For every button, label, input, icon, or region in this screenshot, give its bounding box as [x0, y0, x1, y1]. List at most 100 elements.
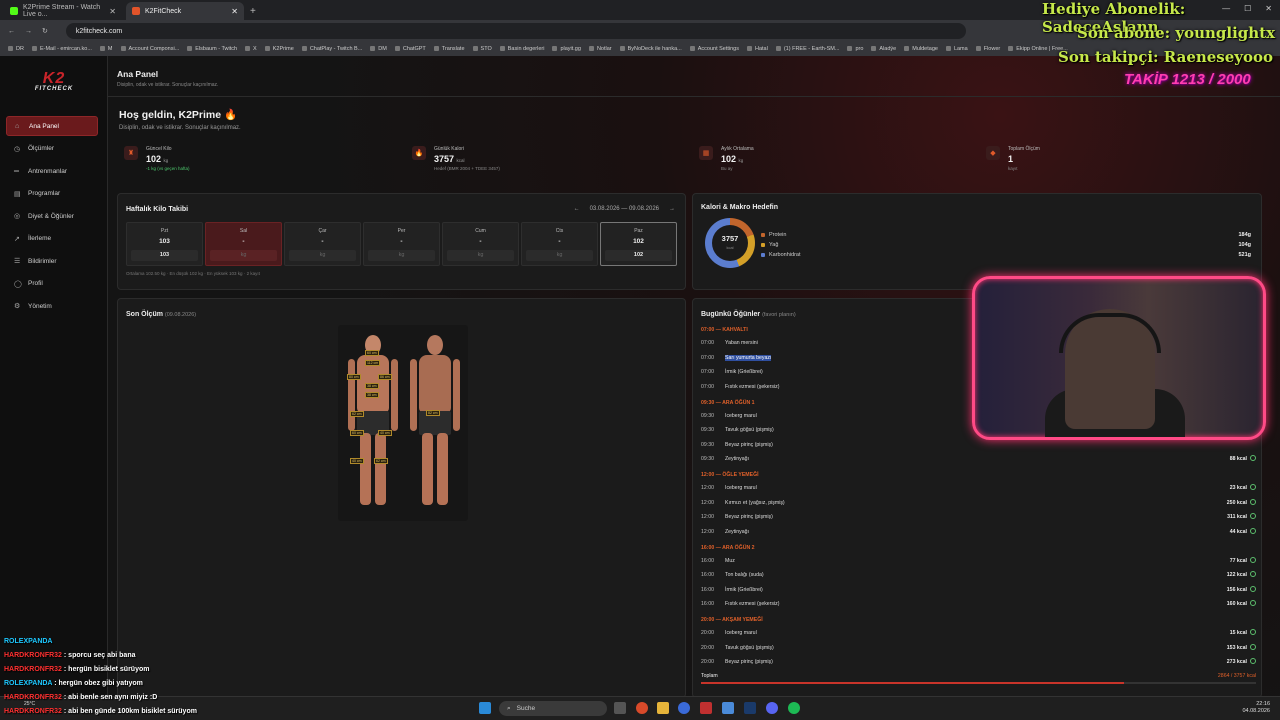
- check-circle-icon[interactable]: [1250, 498, 1256, 505]
- explorer-icon[interactable]: [657, 702, 669, 714]
- day-cell[interactable]: Per - kg: [363, 222, 440, 266]
- day-weight-input[interactable]: kg: [526, 250, 593, 261]
- reload-icon[interactable]: ↻: [42, 27, 48, 35]
- check-circle-icon[interactable]: [1250, 643, 1256, 650]
- taskbar-search[interactable]: ⌕ Suche: [499, 701, 607, 716]
- day-cell[interactable]: Cts - kg: [521, 222, 598, 266]
- check-circle-icon[interactable]: [1250, 513, 1256, 519]
- bookmark-item[interactable]: STO: [473, 46, 492, 52]
- meal-item[interactable]: 20:00 Iceberg marul 15 kcal: [701, 629, 1256, 636]
- k2-logo[interactable]: K2 FITCHECK: [20, 70, 88, 102]
- day-weight-input[interactable]: kg: [210, 250, 277, 261]
- meal-item[interactable]: 12:00 Zeytinyağı 44 kcal: [701, 527, 1256, 535]
- bookmark-item[interactable]: E-Mail - emircan.ko...: [32, 46, 92, 52]
- tab-k2fitcheck[interactable]: K2FitCheck ✕: [126, 2, 244, 20]
- meal-item[interactable]: 12:00 Beyaz pirinç (pişmiş) 311 kcal: [701, 513, 1256, 520]
- bookmark-item[interactable]: Translate: [434, 46, 465, 52]
- sidebar-item-8[interactable]: ⚙ Yönetim: [6, 296, 98, 316]
- check-circle-icon[interactable]: [1250, 658, 1256, 664]
- bookmark-item[interactable]: Elsbaum - Twitch: [187, 46, 237, 52]
- check-circle-icon[interactable]: [1250, 455, 1256, 461]
- forward-icon[interactable]: →: [25, 28, 32, 35]
- bookmark-item[interactable]: playit.gg: [552, 46, 581, 52]
- meal-item[interactable]: 09:30 Zeytinyağı 88 kcal: [701, 455, 1256, 462]
- day-cell[interactable]: Çar - kg: [284, 222, 361, 266]
- chat-username[interactable]: ROLEXPANDA: [4, 638, 52, 645]
- bookmark-item[interactable]: Muldetage: [904, 46, 938, 52]
- chat-username[interactable]: HARDKRONFR32: [4, 694, 62, 701]
- bookmark-item[interactable]: Account Componsi...: [121, 46, 180, 52]
- day-cell[interactable]: Pzt 103 103: [126, 222, 203, 266]
- check-circle-icon[interactable]: [1250, 556, 1256, 563]
- day-cell[interactable]: Paz 102 102: [600, 222, 677, 266]
- meal-item[interactable]: 16:00 Fıstık ezmesi (şekersiz) 160 kcal: [701, 600, 1256, 607]
- meal-item[interactable]: 20:00 Beyaz pirinç (pişmiş) 273 kcal: [701, 658, 1256, 665]
- bookmark-item[interactable]: DM: [370, 46, 387, 52]
- bookmark-item[interactable]: ChatGPT: [395, 46, 426, 52]
- meal-item[interactable]: 16:00 Muz 77 kcal: [701, 556, 1256, 564]
- spotify-icon[interactable]: [788, 702, 800, 714]
- chat-username[interactable]: HARDKRONFR32: [4, 652, 62, 659]
- app-icon[interactable]: [722, 702, 734, 714]
- check-circle-icon[interactable]: [1250, 585, 1256, 592]
- sidebar-item-5[interactable]: ↗ İlerleme: [6, 229, 98, 249]
- bookmark-item[interactable]: M: [100, 46, 113, 52]
- chrome-icon[interactable]: [636, 702, 648, 714]
- steam-icon[interactable]: [744, 702, 756, 714]
- meal-item[interactable]: 12:00 Kırmızı et (yağsız, pişmiş) 250 kcal: [701, 498, 1256, 506]
- bookmark-item[interactable]: DR: [8, 46, 24, 52]
- check-circle-icon[interactable]: [1250, 484, 1256, 490]
- bookmark-item[interactable]: Account Settings: [690, 46, 739, 52]
- day-cell[interactable]: Cum - kg: [442, 222, 519, 266]
- day-weight-input[interactable]: kg: [368, 250, 435, 261]
- task-view-icon[interactable]: [614, 702, 626, 714]
- check-circle-icon[interactable]: [1250, 600, 1256, 606]
- taskbar-clock[interactable]: 22:16 04.08.2026: [1242, 701, 1270, 715]
- bookmark-item[interactable]: Basin degerleri: [500, 46, 545, 52]
- check-circle-icon[interactable]: [1250, 629, 1256, 635]
- sidebar-item-4[interactable]: ◎ Diyet & Öğünler: [6, 206, 98, 226]
- discord-icon[interactable]: [766, 702, 778, 714]
- meal-item[interactable]: 09:30 Beyaz pirinç (pişmiş): [701, 442, 1256, 448]
- sidebar-item-0[interactable]: ⌂ Ana Panel: [6, 116, 98, 136]
- app-icon[interactable]: [700, 702, 712, 714]
- url-field[interactable]: k2fitcheck.com: [65, 23, 966, 39]
- day-weight-input[interactable]: 103: [131, 250, 198, 261]
- meal-item[interactable]: 20:00 Tavuk göğsü (pişmiş) 153 kcal: [701, 643, 1256, 651]
- meal-item[interactable]: 12:00 Iceberg marul 23 kcal: [701, 484, 1256, 491]
- bookmark-item[interactable]: Notlar: [589, 46, 612, 52]
- tab-kick-stream[interactable]: K2Prime Stream - Watch Live o... ✕: [4, 2, 122, 20]
- bookmark-item[interactable]: K2Prime: [265, 46, 294, 52]
- bookmark-item[interactable]: pro: [847, 46, 863, 52]
- meal-item[interactable]: 16:00 İrmik (Grießbrei) 156 kcal: [701, 585, 1256, 593]
- day-cell[interactable]: Sal - kg: [205, 222, 282, 266]
- sidebar-item-1[interactable]: ◷ Ölçümler: [6, 139, 98, 159]
- next-week-button[interactable]: →: [669, 206, 675, 212]
- sidebar-item-7[interactable]: ◯ Profil: [6, 274, 98, 294]
- start-icon[interactable]: [479, 702, 491, 714]
- sidebar-item-2[interactable]: ═ Antrenmanlar: [6, 161, 98, 181]
- chat-username[interactable]: ROLEXPANDA: [4, 680, 52, 687]
- bookmark-item[interactable]: ByNoDeck ile hanka...: [620, 46, 682, 52]
- back-icon[interactable]: ←: [8, 28, 15, 35]
- chat-username[interactable]: HARDKRONFR32: [4, 666, 62, 673]
- prev-week-button[interactable]: ←: [574, 206, 580, 212]
- sidebar-item-3[interactable]: ▤ Programlar: [6, 184, 98, 204]
- sidebar-item-6[interactable]: ☰ Bildirimler: [6, 251, 98, 271]
- bookmark-item[interactable]: Hatal: [747, 46, 768, 52]
- chat-username[interactable]: HARDKRONFR32: [4, 708, 62, 715]
- bookmark-item[interactable]: Aladýe: [871, 46, 896, 52]
- day-weight-input[interactable]: 102: [605, 250, 672, 261]
- bookmark-item[interactable]: (1) FREE - Earth-SM...: [776, 46, 840, 52]
- browser-icon[interactable]: [678, 702, 690, 714]
- bookmark-item[interactable]: Lama: [946, 46, 968, 52]
- weather-widget[interactable]: 25°C: [24, 701, 35, 707]
- check-circle-icon[interactable]: [1250, 527, 1256, 534]
- day-weight-input[interactable]: kg: [447, 250, 514, 261]
- new-tab-button[interactable]: +: [250, 6, 256, 17]
- meal-item[interactable]: 16:00 Ton balığı (suda) 122 kcal: [701, 571, 1256, 578]
- close-tab-icon[interactable]: ✕: [231, 7, 238, 16]
- bookmark-item[interactable]: Flower: [976, 46, 1001, 52]
- check-circle-icon[interactable]: [1250, 571, 1256, 577]
- bookmark-item[interactable]: ChatPlay - Twitch B...: [302, 46, 362, 52]
